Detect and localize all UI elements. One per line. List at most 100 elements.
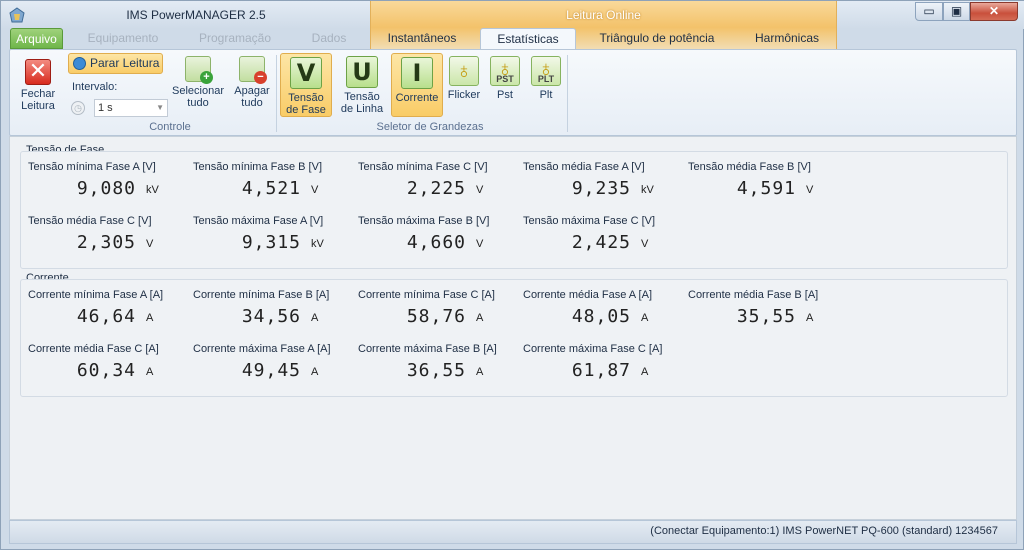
parar-label: Parar Leitura: [90, 56, 160, 70]
tensao-cell-value: 2,225: [406, 178, 466, 199]
minus-icon: −: [254, 71, 267, 84]
plus-icon: +: [200, 71, 213, 84]
corrente-cell-unit: A: [641, 366, 649, 378]
tab-arquivo[interactable]: Arquivo: [10, 28, 63, 49]
corrente-cell-unit: A: [476, 366, 484, 378]
tensao-fase-button[interactable]: V Tensão de Fase: [280, 53, 332, 117]
tensao-cell-value: 9,080: [76, 178, 136, 199]
fechar-label-line1: Fechar: [20, 88, 56, 100]
corrente-cell-unit: A: [146, 366, 154, 378]
tab-instantaneos[interactable]: Instantâneos: [381, 28, 463, 50]
tab-harmonicas[interactable]: Harmônicas: [751, 28, 823, 50]
tensao-fase-line1: Tensão: [288, 92, 324, 104]
status-bar: (Conectar Equipamento:1) IMS PowerNET PQ…: [9, 520, 1017, 544]
corrente-cell-label: Corrente mínima Fase A [A]: [28, 289, 164, 301]
tensao-linha-icon: U: [346, 56, 378, 88]
apagar-tudo-button[interactable]: − Apagar tudo: [230, 56, 274, 118]
chevron-down-icon: ▼: [156, 103, 164, 112]
tensao-cell-label: Tensão mínima Fase C [V]: [358, 161, 488, 173]
corrente-cell-value: 34,56: [241, 306, 301, 327]
fechar-leitura-button[interactable]: ✕ Fechar Leitura: [18, 59, 58, 119]
tensao-linha-button[interactable]: U Tensão de Linha: [338, 56, 386, 118]
selecionar-tudo-button[interactable]: + Selecionar tudo: [170, 56, 226, 118]
tensao-cell-unit: kV: [641, 184, 654, 196]
tensao-linha-line1: Tensão: [344, 91, 380, 103]
tensao-cell-unit: V: [476, 184, 484, 196]
tensao-cell-label: Tensão média Fase A [V]: [523, 161, 645, 173]
tensao-cell-value: 9,315: [241, 232, 301, 253]
corrente-cell-unit: A: [311, 312, 319, 324]
corrente-cell-unit: A: [641, 312, 649, 324]
close-x-icon: ✕: [25, 59, 51, 85]
plt-tag: PLT: [537, 74, 555, 84]
plt-button[interactable]: ♁ PLT Plt: [528, 56, 564, 106]
apagar-label-line2: tudo: [241, 97, 263, 109]
statistics-panel: Tensão de Fase Corrente Tensão mínima Fa…: [9, 136, 1017, 520]
app-window: IMS PowerMANAGER 2.5 Leitura Online ▭ ▣ …: [0, 0, 1024, 550]
close-window-button[interactable]: ✕: [970, 2, 1018, 21]
lightbulb-plt-icon: ♁ PLT: [531, 56, 561, 86]
pst-tag: PST: [496, 74, 514, 84]
corrente-cell-unit: A: [806, 312, 814, 324]
maximize-button[interactable]: ▣: [943, 2, 970, 21]
corrente-cell-unit: A: [146, 312, 154, 324]
tensao-cell-value: 2,305: [76, 232, 136, 253]
corrente-cell-value: 35,55: [736, 306, 796, 327]
tensao-cell-value: 4,660: [406, 232, 466, 253]
corrente-button[interactable]: I Corrente: [391, 53, 443, 117]
corrente-cell-unit: A: [311, 366, 319, 378]
minimize-button[interactable]: ▭: [915, 2, 943, 21]
intervalo-label: Intervalo:: [72, 81, 118, 93]
stop-icon: [73, 57, 86, 70]
tensao-cell-value: 9,235: [571, 178, 631, 199]
corrente-icon: I: [401, 57, 433, 89]
tensao-cell-value: 4,521: [241, 178, 301, 199]
window-title: IMS PowerMANAGER 2.5: [126, 8, 266, 22]
corrente-cell-unit: A: [476, 312, 484, 324]
pst-button[interactable]: ♁ PST Pst: [487, 56, 523, 106]
tab-estatisticas[interactable]: Estatísticas: [480, 28, 576, 50]
tensao-cell-label: Tensão mínima Fase A [V]: [28, 161, 156, 173]
flicker-button[interactable]: ♁ Flicker: [446, 56, 482, 106]
tensao-cell-unit: V: [476, 238, 484, 250]
tensao-cell-label: Tensão máxima Fase A [V]: [193, 215, 324, 227]
corrente-cell-label: Corrente mínima Fase B [A]: [193, 289, 330, 301]
corrente-cell-label: Corrente média Fase C [A]: [28, 343, 159, 355]
tab-triangulo-potencia[interactable]: Triângulo de potência: [591, 28, 723, 50]
intervalo-select[interactable]: 1 s ▼: [94, 99, 168, 117]
tensao-cell-unit: V: [641, 238, 649, 250]
corrente-cell-value: 36,55: [406, 360, 466, 381]
seletor-group-label: Seletor de Grandezas: [376, 121, 484, 133]
tensao-fase-line2: de Fase: [286, 104, 326, 116]
tensao-cell-unit: V: [806, 184, 814, 196]
corrente-cell-value: 60,34: [76, 360, 136, 381]
clear-all-icon: −: [239, 56, 267, 84]
tensao-cell-label: Tensão média Fase B [V]: [688, 161, 811, 173]
corrente-cell-value: 48,05: [571, 306, 631, 327]
tensao-section: [20, 151, 1008, 269]
tensao-cell-unit: V: [146, 238, 154, 250]
plt-line1: Plt: [539, 89, 553, 101]
tensao-fase-icon: V: [290, 57, 322, 89]
tensao-linha-line2: de Linha: [340, 103, 384, 115]
corrente-cell-label: Corrente mínima Fase C [A]: [358, 289, 495, 301]
tensao-cell-label: Tensão máxima Fase B [V]: [358, 215, 490, 227]
controle-group-label: Controle: [149, 121, 191, 133]
tensao-cell-label: Tensão máxima Fase C [V]: [523, 215, 656, 227]
group-separator: [276, 55, 277, 132]
parar-leitura-button[interactable]: Parar Leitura: [68, 53, 163, 74]
corrente-cell-label: Corrente média Fase A [A]: [523, 289, 653, 301]
tensao-cell-value: 2,425: [571, 232, 631, 253]
tab-equipamento[interactable]: Equipamento: [83, 28, 163, 50]
corrente-cell-label: Corrente média Fase B [A]: [688, 289, 819, 301]
ribbon-panel: ✕ Fechar Leitura Parar Leitura Intervalo…: [9, 49, 1017, 136]
tab-dados[interactable]: Dados: [306, 28, 352, 50]
corrente-cell-value: 58,76: [406, 306, 466, 327]
corrente-cell-value: 61,87: [571, 360, 631, 381]
corrente-cell-value: 49,45: [241, 360, 301, 381]
selecionar-label-line2: tudo: [187, 97, 209, 109]
corrente-cell-label: Corrente máxima Fase B [A]: [358, 343, 497, 355]
tab-programacao[interactable]: Programação: [196, 28, 274, 50]
tensao-cell-value: 4,591: [736, 178, 796, 199]
corrente-line1: Corrente: [395, 92, 439, 104]
